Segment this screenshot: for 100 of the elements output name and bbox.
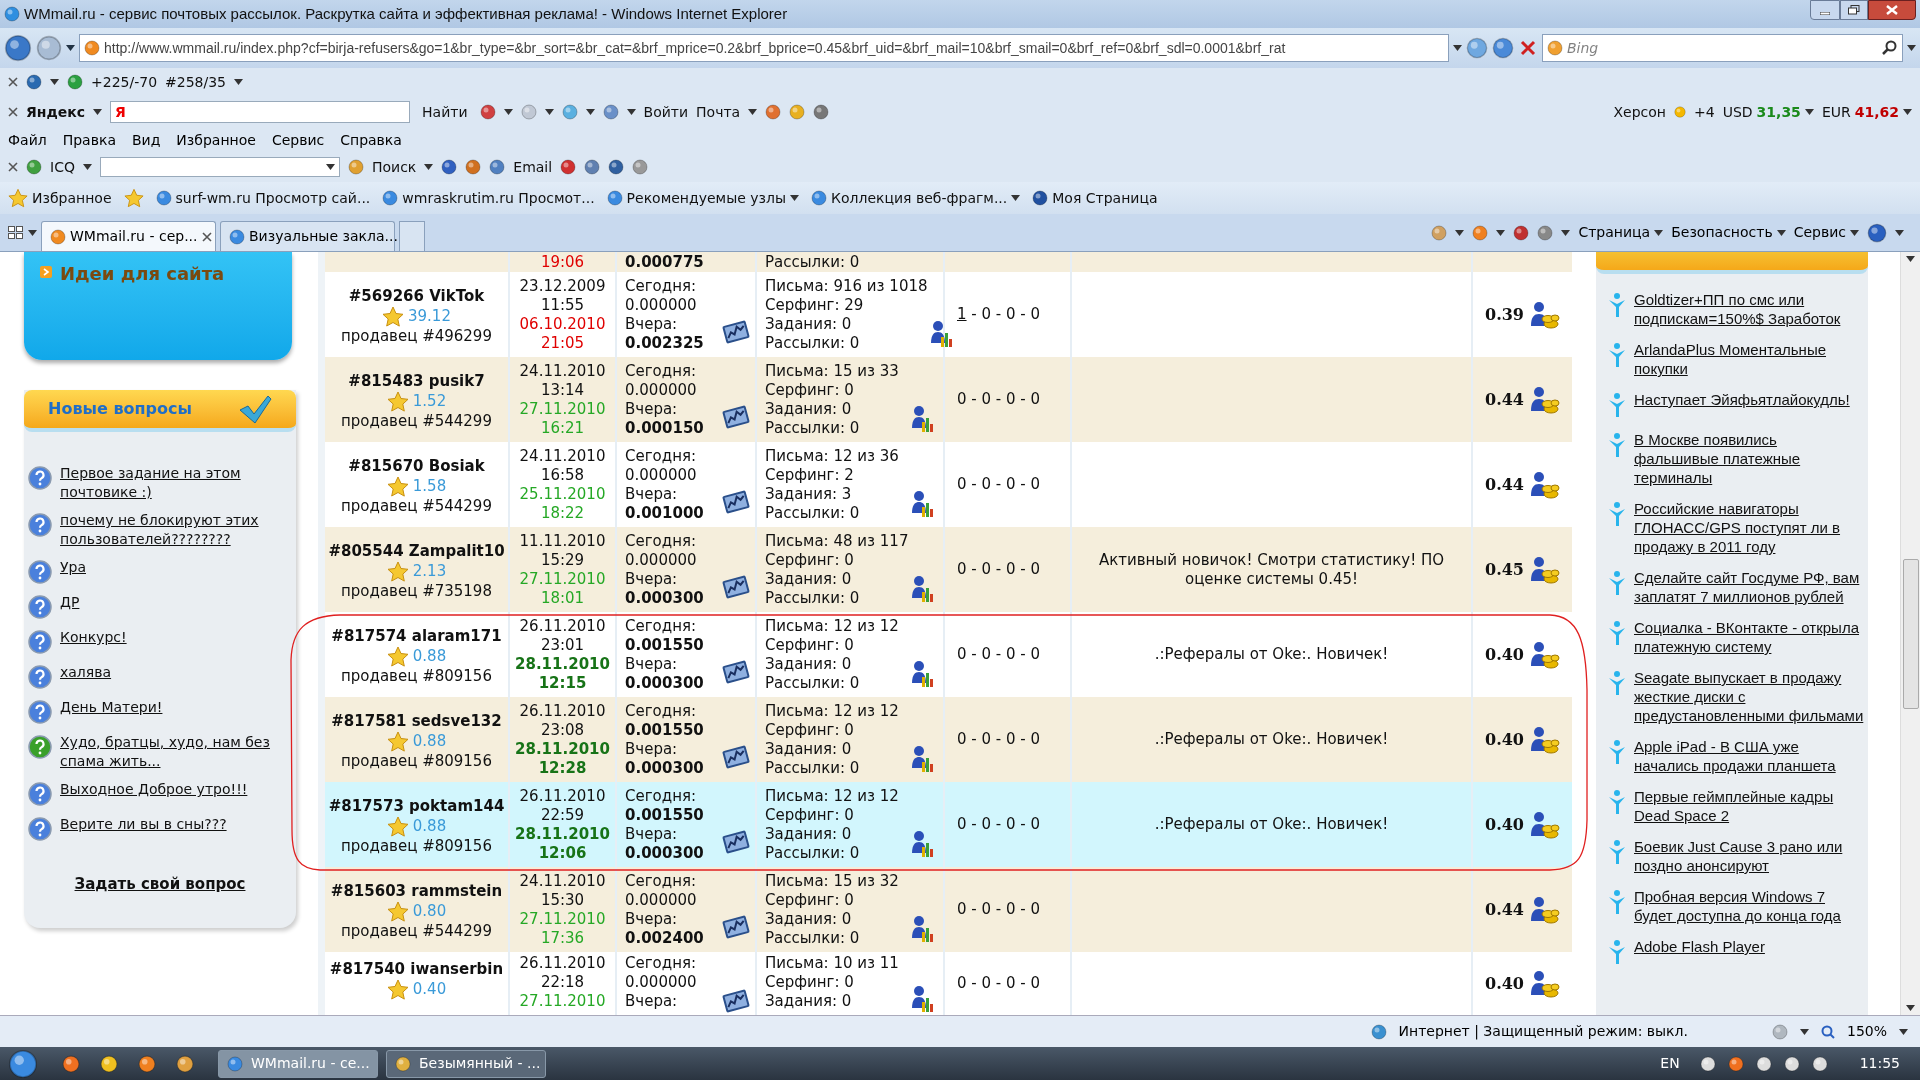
clock[interactable]: 11:55 [1847, 1053, 1912, 1074]
caret-icon[interactable] [82, 164, 92, 170]
caret-icon[interactable] [626, 109, 636, 115]
search-input[interactable]: Bing [1567, 37, 1878, 59]
city-label[interactable]: Херсон [1613, 101, 1666, 123]
close-icon[interactable] [8, 77, 18, 87]
caret-icon[interactable] [585, 109, 595, 115]
scroll-thumb[interactable] [1902, 558, 1919, 709]
blog-link[interactable]: Сделайте сайт Госдуме РФ, вам заплатят 7 миллионов рублей [1634, 568, 1864, 606]
user-name[interactable]: #805544 Zampalit10 [328, 542, 505, 561]
menu-item[interactable]: Файл [8, 129, 47, 151]
user-coins-icon[interactable] [1528, 554, 1560, 585]
favorites-label[interactable]: Избранное [32, 187, 112, 209]
close-icon[interactable] [8, 107, 18, 117]
table-row[interactable] [325, 782, 1572, 867]
ask-question-link[interactable]: Задать свой вопрос [74, 873, 246, 896]
caret-icon[interactable] [1906, 1005, 1915, 1011]
table-row[interactable]: #817540 iwanserbin 0.40 26.11.2010 22:18 27.11.2010 Сегодня: 0.000000 Вчера: Письма: 10 из 11 Серфинг: 0 Задания: 0 0 - 0 - 0 - 0 0.40 [325, 952, 1572, 1015]
zoom-icon[interactable] [1820, 1024, 1835, 1039]
caret-icon[interactable] [1899, 1028, 1908, 1035]
favorite-link[interactable]: Рекомендуемые узлы [626, 187, 799, 209]
question-link[interactable]: Выходное Доброе утро!!! [60, 780, 248, 799]
user-name[interactable]: #817540 iwanserbin [329, 960, 504, 979]
user-stats-icon[interactable] [909, 829, 935, 859]
user-name[interactable]: #817573 poktam144 [328, 797, 505, 816]
browser-tab[interactable]: WMmail.ru - сер... [41, 221, 216, 251]
caret-icon[interactable] [1804, 109, 1814, 115]
question-link[interactable]: почему не блокируют этих пользователей???????? [60, 511, 284, 549]
caret-icon[interactable] [1453, 45, 1462, 51]
caret-icon[interactable] [748, 109, 758, 115]
caret-icon[interactable] [28, 229, 37, 236]
table-row[interactable]: 19:06 0.000775 Рассылки: 0 [325, 252, 1572, 272]
command-button[interactable]: Страница [1578, 222, 1651, 243]
blog-link[interactable]: Первые геймплейные кадры Dead Space 2 [1634, 787, 1864, 825]
caret-icon[interactable] [234, 79, 244, 85]
caret-icon[interactable] [1654, 229, 1664, 236]
user-name[interactable]: #817574 alaram171 [331, 627, 502, 646]
caret-icon[interactable] [544, 109, 554, 115]
caret-icon[interactable] [325, 164, 335, 170]
icq-search-field[interactable] [99, 157, 340, 177]
command-button[interactable]: Безопасность [1671, 222, 1773, 243]
browser-tab[interactable]: Визуальные закла... [220, 221, 395, 251]
caret-icon[interactable] [93, 109, 103, 115]
icq-search-button[interactable]: Поиск [371, 156, 417, 178]
user-stats-icon[interactable] [909, 659, 935, 689]
table-row[interactable]: #569266 VikTok 39.12 продавец #496299 23.12.2009 11:55 06.10.2010 21:05 Сегодня: 0.000000 Вчера: 0.002325 Письма: 916 из 1018 Серфинг: 29 Задания: 0 Рассылки: 0 1 - 0 - 0 - 0 0.39 [325, 272, 1572, 357]
yandex-search-field[interactable]: Я [110, 101, 411, 123]
user-stats-icon[interactable] [909, 744, 935, 774]
maximize-button[interactable] [1840, 0, 1868, 20]
question-link[interactable]: Конкурс! [60, 628, 127, 647]
blog-link[interactable]: Боевик Just Cause 3 рано или поздно анонсируют [1634, 837, 1864, 875]
user-name[interactable]: #569266 VikTok [348, 287, 485, 306]
menu-item[interactable]: Вид [131, 129, 161, 151]
table-row[interactable] [325, 527, 1572, 612]
user-coins-icon[interactable] [1528, 968, 1560, 999]
caret-icon[interactable] [1561, 229, 1571, 236]
caret-icon[interactable] [1496, 229, 1506, 236]
caret-icon[interactable] [50, 79, 59, 85]
caret-icon[interactable] [503, 109, 513, 115]
blog-link[interactable]: Пробная версия Windows 7 будет доступна до конца года [1634, 887, 1864, 925]
table-row[interactable]: #815483 pusik7 1.52 продавец #544299 24.11.2010 13:14 27.11.2010 16:21 Сегодня: 0.000000 Вчера: 0.000150 Письма: 15 из 33 Серфинг: 0 Задания: 0 Рассылки: 0 0 - 0 - 0 - 0 0.44 [325, 357, 1572, 442]
question-link[interactable]: Ура [60, 558, 86, 577]
user-name[interactable]: #817581 sedsve132 [331, 712, 502, 731]
table-row[interactable]: #815603 rammstein 0.80 продавец #544299 24.11.2010 15:30 27.11.2010 17:36 Сегодня: 0.000000 Вчера: 0.002400 Письма: 15 из 32 Серфинг: 0 Задания: 0 Рассылки: 0 0 - 0 - 0 - 0 0.44 [325, 867, 1572, 952]
blog-link[interactable]: Социалка - ВКонтакте - открыла платежную систему [1634, 618, 1864, 656]
close-icon[interactable] [201, 231, 212, 242]
blog-link[interactable]: Apple iPad - В США уже начались продажи планшета [1634, 737, 1864, 775]
user-coins-icon[interactable] [1528, 299, 1560, 330]
user-stats-icon[interactable] [909, 574, 935, 604]
caret-icon[interactable] [424, 164, 434, 170]
stats-link[interactable]: 1 [957, 305, 967, 324]
question-link[interactable]: Верите ли вы в сны??? [60, 815, 227, 834]
toolbar-button[interactable]: Почта [696, 101, 741, 123]
zoom-level[interactable]: 150% [1846, 1021, 1887, 1042]
user-stats-icon[interactable] [909, 489, 935, 519]
menu-item[interactable]: Сервис [271, 129, 325, 151]
favorite-link[interactable]: Моя Страница [1052, 187, 1158, 209]
user-coins-icon[interactable] [1528, 894, 1560, 925]
user-stats-icon[interactable] [909, 404, 935, 434]
caret-icon[interactable] [1850, 229, 1859, 236]
caret-icon[interactable] [1895, 229, 1904, 236]
question-link[interactable]: Худо, братцы, худо, нам без спама жить... [60, 733, 284, 771]
user-name[interactable]: #815483 pusik7 [348, 372, 485, 391]
scrollbar[interactable] [1900, 252, 1920, 1015]
address-field[interactable]: http://www.wmmail.ru/index.php?cf=birja-refusers&go=1&br_type=&br_sort=&br_cat=&brf_mprice=0.2&brf_bprice=0.45&brf_uid=&brf_mail=10&brf_smail=0&brf_ref=0&brf_sdl=0.0001&brf_rat [79, 34, 1449, 62]
caret-icon[interactable] [1903, 109, 1912, 115]
favorite-link[interactable]: Коллекция веб-фрагм... [831, 187, 1021, 209]
caret-icon[interactable] [1907, 45, 1916, 51]
favorite-link[interactable]: wmraskrutim.ru Просмот... [402, 187, 595, 209]
user-stats-icon[interactable] [909, 914, 935, 944]
caret-icon[interactable] [790, 195, 799, 201]
menu-item[interactable]: Правка [62, 129, 116, 151]
email-button[interactable]: Email [513, 156, 553, 178]
yandex-logo[interactable]: Яндекс [26, 101, 86, 123]
search-button[interactable]: Найти [418, 101, 472, 123]
taskbar-button[interactable]: Безымянный - ... [386, 1049, 546, 1078]
menu-item[interactable]: Избранное [176, 129, 256, 151]
user-name[interactable]: #815670 Bosiak [348, 457, 485, 476]
caret-icon[interactable] [1011, 195, 1021, 201]
command-button[interactable]: Сервис [1793, 222, 1846, 243]
